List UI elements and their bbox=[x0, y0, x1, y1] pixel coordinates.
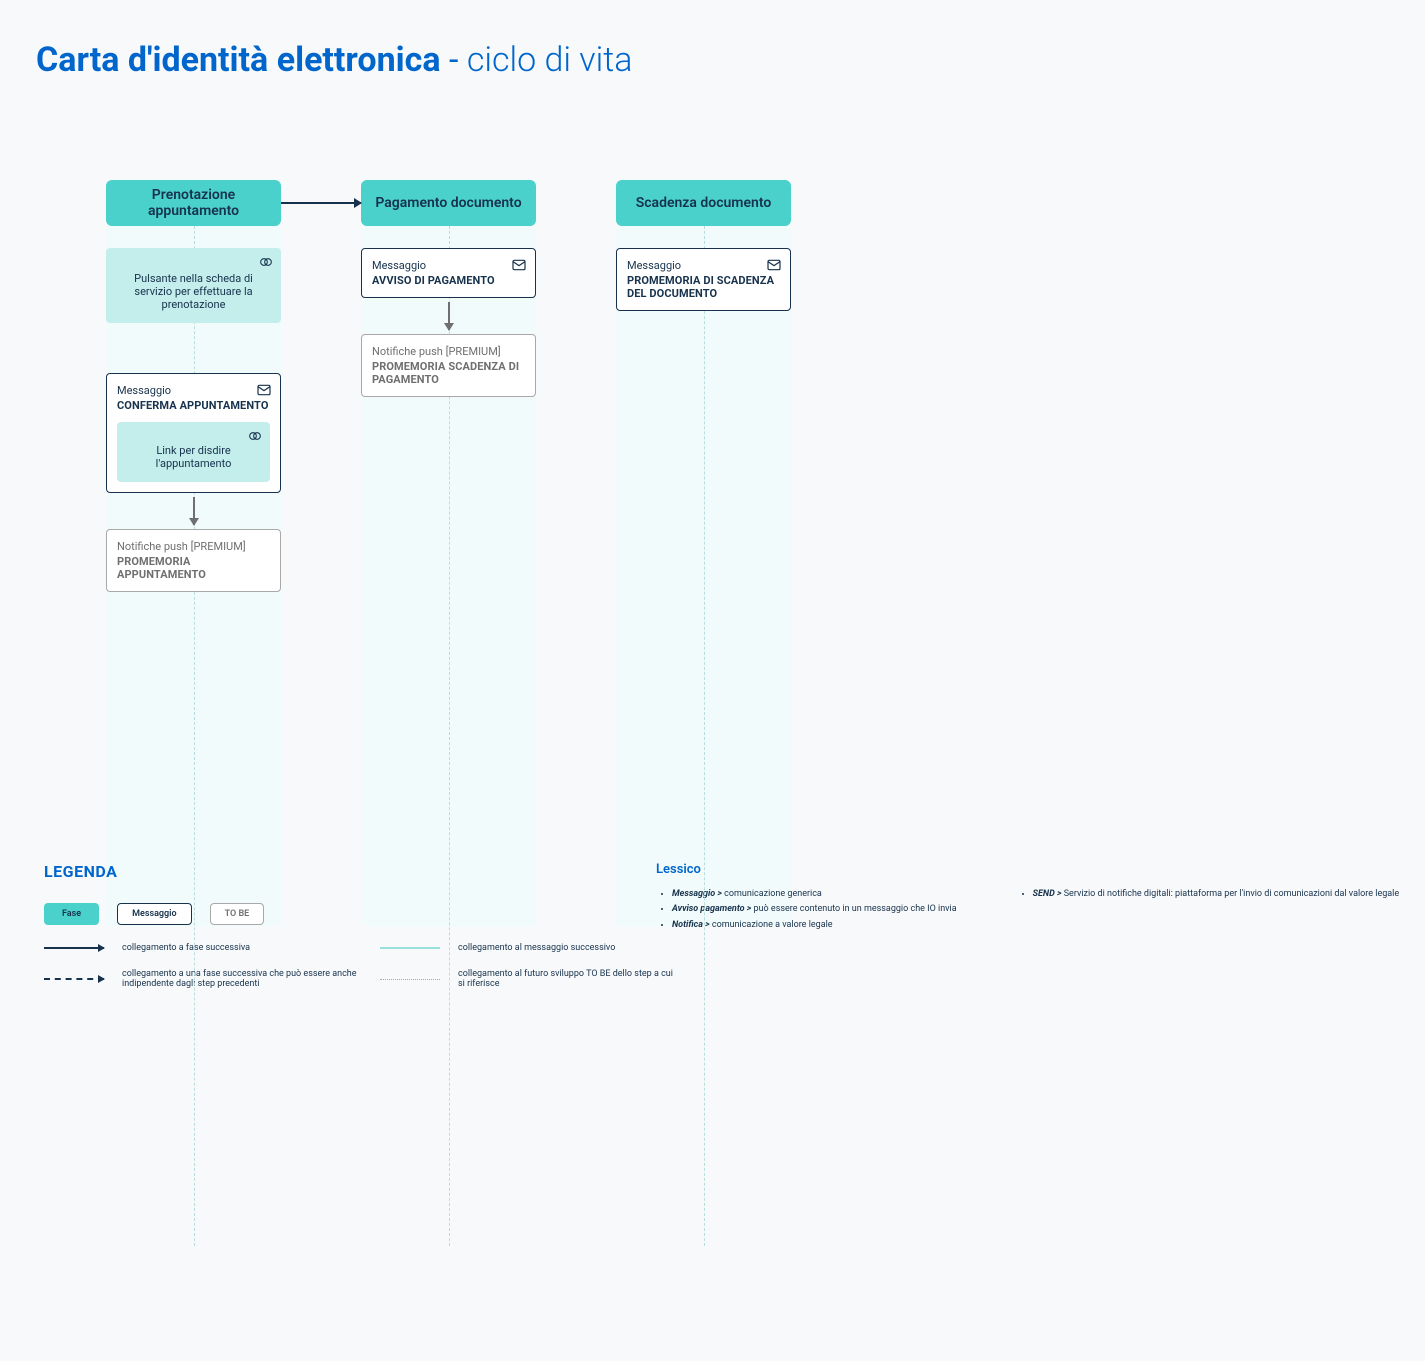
info-prenotazione-button: Pulsante nella scheda di servizio per ef… bbox=[106, 248, 281, 323]
msg-promemoria-scadenza-documento: Messaggio PROMEMORIA DI SCADENZA DEL DOC… bbox=[616, 248, 791, 311]
chip-message: Messaggio bbox=[117, 903, 191, 925]
mail-icon bbox=[766, 257, 782, 276]
arrow-down-2 bbox=[448, 302, 450, 330]
lexicon-title: Lessico bbox=[656, 862, 1416, 877]
lexicon-list-left: Messaggio > comunicazione generica Avvis… bbox=[656, 887, 957, 933]
legend: LEGENDA Fase Messaggio TO BE collegament… bbox=[36, 862, 1389, 989]
msg-conferma-appuntamento: Messaggio CONFERMA APPUNTAMENTO Link per… bbox=[106, 373, 281, 493]
phase-header-2: Pagamento documento bbox=[361, 180, 536, 226]
chip-phase: Fase bbox=[44, 903, 99, 925]
column-scadenza: Scadenza documento Messaggio PROMEMORIA … bbox=[616, 180, 791, 592]
title-light: ciclo di vita bbox=[467, 40, 633, 80]
mail-icon bbox=[256, 382, 272, 401]
legend-line-dotted bbox=[380, 979, 440, 980]
arrow-down-1 bbox=[193, 497, 195, 525]
legend-arrows: collegamento a fase successiva collegame… bbox=[44, 943, 744, 989]
push-promemoria-scadenza-pagamento: Notifiche push [PREMIUM] PROMEMORIA SCAD… bbox=[361, 334, 536, 397]
title-sep: - bbox=[441, 40, 467, 80]
column-prenotazione: Prenotazione appuntamento Pulsante nella… bbox=[106, 180, 281, 592]
info-disdire-link: Link per disdire l'appuntamento bbox=[117, 422, 270, 482]
legend-arrow-dashed bbox=[44, 978, 104, 980]
lexicon: Lessico Messaggio > comunicazione generi… bbox=[656, 862, 1416, 933]
title-bold: Carta d'identità elettronica bbox=[36, 40, 441, 80]
mail-icon bbox=[511, 257, 527, 276]
column-pagamento: Pagamento documento Messaggio AVVISO DI … bbox=[361, 180, 536, 592]
legend-line-teal bbox=[380, 947, 440, 949]
link-icon bbox=[258, 254, 274, 273]
page-title: Carta d'identità elettronica - ciclo di … bbox=[36, 40, 1389, 80]
chip-tobe: TO BE bbox=[210, 903, 265, 925]
push-promemoria-appuntamento: Notifiche push [PREMIUM] PROMEMORIA APPU… bbox=[106, 529, 281, 592]
arrow-phase-1-to-2 bbox=[281, 202, 361, 204]
lexicon-list-right: SEND > Servizio di notifiche digitali: p… bbox=[1017, 887, 1400, 933]
diagram-columns: Prenotazione appuntamento Pulsante nella… bbox=[36, 180, 1389, 592]
link-icon bbox=[247, 428, 263, 447]
msg-avviso-pagamento: Messaggio AVVISO DI PAGAMENTO bbox=[361, 248, 536, 298]
phase-header-3: Scadenza documento bbox=[616, 180, 791, 226]
legend-arrow-solid bbox=[44, 947, 104, 949]
phase-header-1: Prenotazione appuntamento bbox=[106, 180, 281, 226]
